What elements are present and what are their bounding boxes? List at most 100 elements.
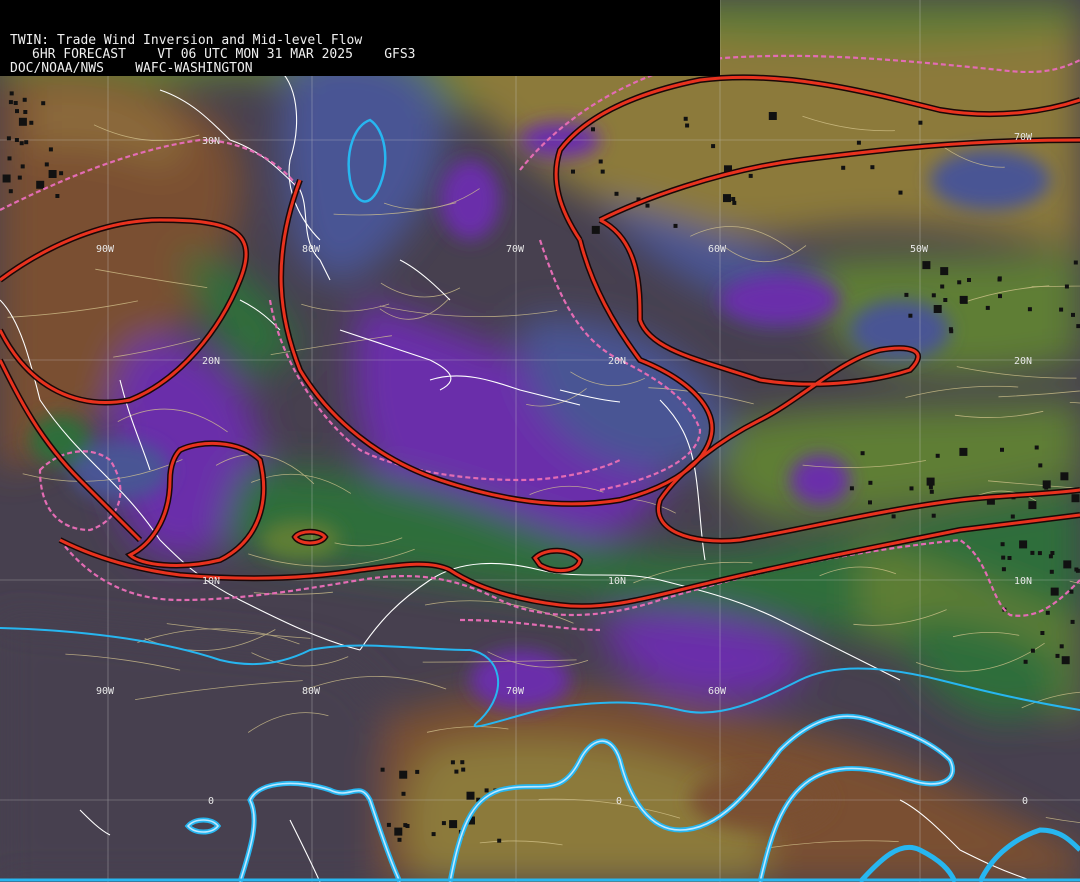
- station-dot: [591, 225, 600, 234]
- station-dot: [933, 305, 942, 313]
- station-dot: [484, 788, 489, 793]
- station-dot: [401, 791, 406, 796]
- station-dot: [723, 194, 731, 203]
- station-dot: [1055, 653, 1060, 658]
- station-dot: [1040, 631, 1045, 635]
- station-dot: [20, 164, 25, 169]
- station-dot: [898, 190, 903, 195]
- station-dot: [19, 141, 24, 146]
- station-dot: [461, 767, 466, 772]
- station-dot: [1027, 307, 1032, 312]
- station-dot: [1000, 447, 1004, 452]
- station-dot: [1023, 659, 1028, 664]
- station-dot: [985, 305, 990, 310]
- station-dot: [1045, 610, 1050, 615]
- lon-label: 50W: [910, 244, 929, 255]
- lon-label: 60W: [708, 686, 727, 697]
- station-dot: [1028, 501, 1037, 510]
- lon-label: 70W: [1014, 132, 1033, 143]
- station-dot: [571, 169, 575, 174]
- lon-label: 70W: [506, 686, 525, 697]
- station-dot: [591, 127, 595, 132]
- station-dot: [598, 159, 603, 164]
- station-dot: [957, 280, 962, 285]
- station-dot: [925, 261, 930, 266]
- station-dot: [1010, 514, 1015, 519]
- station-dot: [17, 175, 22, 180]
- lat-label: 10N: [1014, 576, 1032, 587]
- station-dot: [849, 486, 854, 491]
- forecast-map: 90W 80W 70W 60W 50W 90W 80W 70W 60W 30N …: [0, 0, 1080, 882]
- station-dot: [931, 513, 936, 518]
- station-dot: [36, 180, 45, 189]
- lon-label: 90W: [96, 244, 115, 255]
- station-dot: [891, 514, 896, 519]
- station-dot: [1069, 589, 1074, 594]
- station-dot: [59, 171, 64, 176]
- station-dot: [997, 277, 1002, 282]
- station-dot: [431, 832, 436, 837]
- station-dot: [1064, 284, 1069, 289]
- station-dot: [2, 174, 11, 183]
- map-title: TWIN: Trade Wind Inversion and Mid-level…: [10, 33, 363, 48]
- station-dot: [1038, 463, 1043, 468]
- station-dot: [405, 824, 410, 828]
- station-dot: [41, 101, 46, 106]
- station-dot: [673, 223, 678, 228]
- lat-label: 20N: [608, 356, 626, 367]
- station-dot: [904, 292, 909, 297]
- station-dot: [908, 313, 913, 318]
- lat-label: 10N: [202, 576, 220, 587]
- station-dot: [928, 485, 933, 490]
- station-dot: [1060, 472, 1069, 481]
- station-dot: [23, 110, 28, 114]
- station-dot: [48, 147, 53, 152]
- station-dot: [8, 100, 13, 105]
- station-dot: [909, 486, 914, 491]
- station-dot: [460, 760, 465, 765]
- station-dot: [768, 112, 777, 120]
- station-dot: [1019, 540, 1028, 549]
- station-dot: [15, 109, 19, 114]
- station-dot: [397, 837, 402, 842]
- station-dot: [29, 120, 34, 125]
- station-dot: [860, 451, 865, 456]
- lat-label: 30N: [202, 136, 220, 147]
- station-dot: [1059, 307, 1064, 312]
- station-dot: [9, 91, 14, 96]
- station-dot: [1034, 445, 1039, 450]
- station-dot: [1076, 324, 1080, 329]
- lon-label: 80W: [302, 244, 321, 255]
- station-dot: [685, 123, 690, 128]
- station-dot: [394, 827, 403, 836]
- station-dot: [44, 162, 49, 167]
- station-dot: [386, 822, 391, 827]
- station-dot: [1001, 567, 1006, 572]
- station-dot: [441, 821, 446, 826]
- station-dot: [732, 200, 737, 205]
- station-dot: [645, 203, 650, 208]
- station-dot: [1007, 556, 1012, 560]
- station-dot: [380, 767, 385, 772]
- station-dot: [450, 760, 455, 765]
- station-dot: [1061, 656, 1070, 665]
- station-dot: [415, 769, 420, 774]
- station-dot: [1001, 555, 1006, 560]
- station-dot: [841, 165, 846, 170]
- station-dot: [959, 295, 968, 304]
- forecast-line: 6HR FORECAST VT 06 UTC MON 31 MAR 2025 G…: [32, 47, 416, 62]
- station-dot: [967, 278, 971, 282]
- station-dot: [1042, 480, 1051, 489]
- station-dot: [600, 169, 605, 174]
- station-dot: [1075, 568, 1080, 573]
- station-dot: [943, 298, 948, 302]
- station-dot: [14, 138, 19, 142]
- agency-line: DOC/NOAA/NWS WAFC-WASHINGTON: [10, 61, 253, 76]
- station-dot: [998, 294, 1002, 299]
- lat-label: 20N: [202, 356, 220, 367]
- station-dot: [6, 136, 11, 141]
- station-dot: [949, 329, 954, 334]
- lat-label: 0: [208, 796, 214, 807]
- station-dot: [18, 117, 27, 126]
- station-dot: [13, 101, 18, 105]
